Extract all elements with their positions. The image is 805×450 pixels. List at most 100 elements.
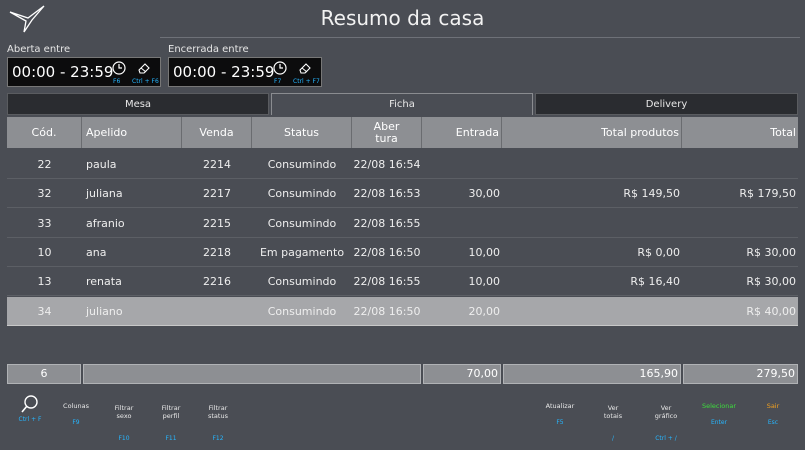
cell-apelido: juliano <box>86 304 123 318</box>
table-row[interactable]: 34 juliano Consumindo 22/08 16:50 20,00 R$ 40… <box>7 296 798 326</box>
col-apelido[interactable]: Apelido <box>82 117 182 148</box>
filtrar-status-button[interactable]: Filtrar status F12 <box>198 396 238 450</box>
filter-opened-value[interactable]: 00:00 - 23:59 <box>12 63 113 81</box>
col-cod[interactable]: Cód. <box>7 117 82 148</box>
cell-status: Consumindo <box>267 216 337 230</box>
cell-apelido: juliana <box>86 187 123 201</box>
cell-status: Consumindo <box>267 304 337 318</box>
filtrar-perfil-key: F11 <box>165 435 177 442</box>
cell-apelido: renata <box>86 275 122 289</box>
sair-key: Esc <box>767 419 779 426</box>
cell-status: Consumindo <box>267 275 337 289</box>
table-row[interactable]: 10 ana 2218 Em pagamento 22/08 16:50 10,00 R$ … <box>7 238 798 267</box>
cell-total-produtos: R$ 149,50 <box>623 187 680 201</box>
cell-abertura: 22/08 16:55 <box>353 275 421 289</box>
sair-button[interactable]: Sair Esc <box>755 396 791 426</box>
tab-mesa[interactable]: Mesa <box>7 93 269 115</box>
cell-abertura: 22/08 16:54 <box>353 158 421 171</box>
cell-entrada: 10,00 <box>468 275 501 289</box>
tab-delivery[interactable]: Delivery <box>535 93 798 115</box>
filter-closed-clear-key: Ctrl + F7 <box>293 78 320 85</box>
cell-venda: 2217 <box>203 187 231 201</box>
col-status[interactable]: Status <box>252 117 352 148</box>
colunas-button[interactable]: Colunas F9 <box>56 396 96 426</box>
selecionar-label: Selecionar <box>701 402 737 410</box>
clock-icon[interactable] <box>112 61 126 75</box>
filter-opened-time-key: F6 <box>113 78 121 85</box>
cell-abertura: 22/08 16:55 <box>353 216 421 230</box>
cell-status: Em pagamento <box>259 245 345 259</box>
cell-cod: 22 <box>37 158 52 171</box>
cell-total-produtos <box>502 209 680 238</box>
cell-status: Consumindo <box>267 187 337 201</box>
cell-abertura: 22/08 16:53 <box>353 187 421 201</box>
eraser-icon[interactable] <box>137 61 151 75</box>
cell-entrada: 30,00 <box>468 187 501 201</box>
col-total-produtos[interactable]: Total produtos <box>502 117 682 148</box>
ver-grafico-button[interactable]: Ver gráfico Ctrl + / <box>645 396 687 450</box>
totals-produtos: 165,90 <box>503 364 681 384</box>
eraser-icon[interactable] <box>298 61 312 75</box>
cell-total <box>682 209 796 238</box>
ver-grafico-label: Ver gráfico <box>654 404 678 420</box>
col-venda[interactable]: Venda <box>182 117 252 148</box>
cell-status: Consumindo <box>267 158 337 171</box>
filtrar-status-label: Filtrar status <box>208 404 228 420</box>
cell-venda <box>182 297 252 326</box>
cell-entrada: 20,00 <box>468 304 501 318</box>
ver-totais-button[interactable]: Ver totais / <box>593 396 633 450</box>
cell-venda: 2214 <box>203 158 231 171</box>
filter-closed-value[interactable]: 00:00 - 23:59 <box>173 63 274 81</box>
search-icon <box>21 395 38 413</box>
cell-total <box>682 150 796 179</box>
cell-venda: 2215 <box>203 216 231 230</box>
clock-icon[interactable] <box>273 61 287 75</box>
table-row[interactable]: 32 juliana 2217 Consumindo 22/08 16:53 30,00 R… <box>7 179 798 209</box>
table-row[interactable]: 33 afranio 2215 Consumindo 22/08 16:55 <box>7 209 798 238</box>
selecionar-button[interactable]: Selecionar Enter <box>696 396 742 426</box>
tab-ficha[interactable]: Ficha <box>271 93 533 115</box>
cell-entrada: 10,00 <box>468 245 501 259</box>
cell-total-produtos: R$ 16,40 <box>630 275 680 289</box>
page-title: Resumo da casa <box>320 6 485 30</box>
search-button[interactable]: Ctrl + F <box>16 394 44 423</box>
totals-bar: 6 70,00 165,90 279,50 <box>7 364 798 384</box>
table-row[interactable]: 22 paula 2214 Consumindo 22/08 16:54 <box>7 150 798 179</box>
cell-abertura: 22/08 16:50 <box>353 245 421 259</box>
colunas-key: F9 <box>72 419 80 426</box>
selecionar-key: Enter <box>710 419 728 426</box>
cell-cod: 33 <box>37 216 52 230</box>
cell-total-produtos <box>502 297 680 326</box>
tab-bar: Mesa Ficha Delivery <box>7 93 798 115</box>
table-row[interactable]: 13 renata 2216 Consumindo 22/08 16:55 10,00 R$… <box>7 267 798 297</box>
search-key: Ctrl + F <box>18 416 42 423</box>
cell-abertura: 22/08 16:50 <box>353 304 421 318</box>
cell-total: R$ 40,00 <box>746 304 796 318</box>
filtrar-sexo-button[interactable]: Filtrar sexo F10 <box>104 396 144 450</box>
ver-totais-key: / <box>611 435 615 442</box>
totals-entrada: 70,00 <box>423 364 501 384</box>
filter-closed: Encerrada entre 00:00 - 23:59 F7 Ctrl + … <box>168 44 322 87</box>
col-entrada[interactable]: Entrada <box>422 117 502 148</box>
cell-total: R$ 179,50 <box>739 187 796 201</box>
filtrar-sexo-label: Filtrar sexo <box>114 404 134 420</box>
table-header: Cód. Apelido Venda Status Aber tura Entr… <box>7 117 798 148</box>
filtrar-perfil-label: Filtrar perfil <box>161 404 181 420</box>
col-total[interactable]: Total <box>682 117 798 148</box>
filter-closed-label: Encerrada entre <box>168 44 249 55</box>
ver-grafico-key: Ctrl + / <box>655 435 677 442</box>
filtrar-sexo-key: F10 <box>118 435 130 442</box>
sair-label: Sair <box>766 402 780 410</box>
cell-cod: 13 <box>37 275 52 289</box>
filter-opened-box[interactable]: 00:00 - 23:59 F6 Ctrl + F6 <box>7 57 161 87</box>
filtrar-perfil-button[interactable]: Filtrar perfil F11 <box>151 396 191 450</box>
colunas-label: Colunas <box>63 402 89 410</box>
title-divider <box>160 37 800 38</box>
cell-total-produtos <box>502 150 680 179</box>
cell-entrada <box>422 209 500 238</box>
filter-closed-box[interactable]: 00:00 - 23:59 F7 Ctrl + F7 <box>168 57 322 87</box>
col-abertura[interactable]: Aber tura <box>352 117 422 148</box>
atualizar-button[interactable]: Atualizar F5 <box>540 396 580 426</box>
filter-closed-time-key: F7 <box>274 78 282 85</box>
cell-total: R$ 30,00 <box>746 245 796 259</box>
